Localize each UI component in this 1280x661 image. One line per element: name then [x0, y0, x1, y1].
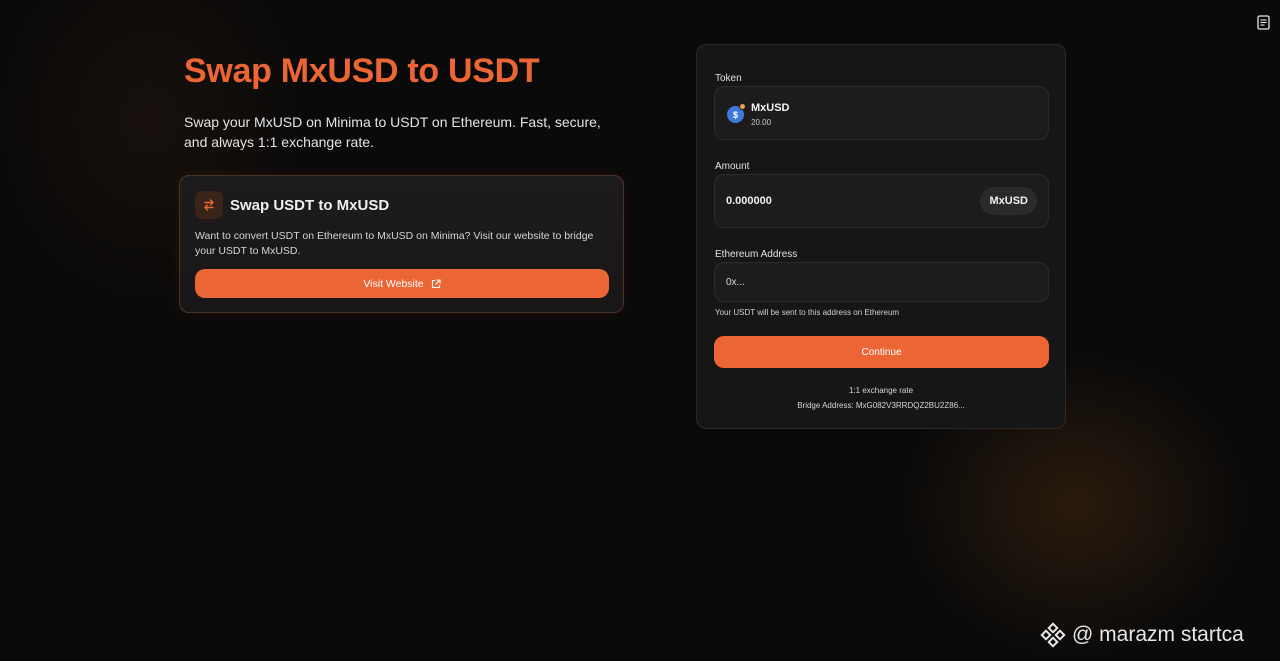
external-link-icon: [431, 278, 441, 288]
page: Swap MxUSD to USDT Swap your MxUSD on Mi…: [0, 0, 1280, 661]
promo-title: Swap USDT to MxUSD: [230, 197, 390, 214]
token-selector[interactable]: $ MxUSD 20.00: [714, 86, 1049, 140]
amount-unit-badge: MxUSD: [980, 187, 1037, 215]
promo-text: Want to convert USDT on Ethereum to MxUS…: [195, 230, 594, 257]
watermark-text: @ marazm startca: [1072, 623, 1244, 646]
exchange-rate-text: 1:1 exchange rate: [848, 386, 914, 395]
swap-usdt-promo-card: Swap USDT to MxUSD Want to convert USDT …: [179, 175, 624, 313]
bridge-address-text: Bridge Address: MxG082V3RRDQZ2BU2Z86...: [797, 401, 965, 410]
token-name: MxUSD: [751, 102, 790, 114]
address-field-container: [714, 262, 1049, 302]
ethereum-address-label: Ethereum Address: [715, 249, 798, 260]
page-subtitle: Swap your MxUSD on Minima to USDT on Eth…: [184, 114, 601, 150]
address-hint: Your USDT will be sent to this address o…: [715, 308, 900, 317]
continue-button[interactable]: Continue: [714, 336, 1049, 368]
watermark: @ marazm startca: [1040, 622, 1244, 648]
token-label: Token: [715, 73, 742, 84]
token-badge-icon: [739, 103, 746, 110]
amount-field-container: MxUSD: [714, 174, 1049, 228]
visit-website-button[interactable]: Visit Website: [195, 269, 609, 298]
amount-input[interactable]: [726, 175, 966, 227]
swap-arrows-icon: [195, 191, 223, 219]
amount-label: Amount: [715, 161, 750, 172]
page-title: Swap MxUSD to USDT: [184, 52, 540, 90]
binance-logo-icon: [1040, 622, 1066, 648]
visit-website-label: Visit Website: [363, 277, 424, 290]
token-balance: 20.00: [751, 118, 772, 127]
document-icon[interactable]: [1257, 15, 1270, 30]
ethereum-address-input[interactable]: [726, 263, 1036, 301]
swap-form-card: Token $ MxUSD 20.00 Amount MxUSD Ethereu…: [696, 44, 1066, 429]
